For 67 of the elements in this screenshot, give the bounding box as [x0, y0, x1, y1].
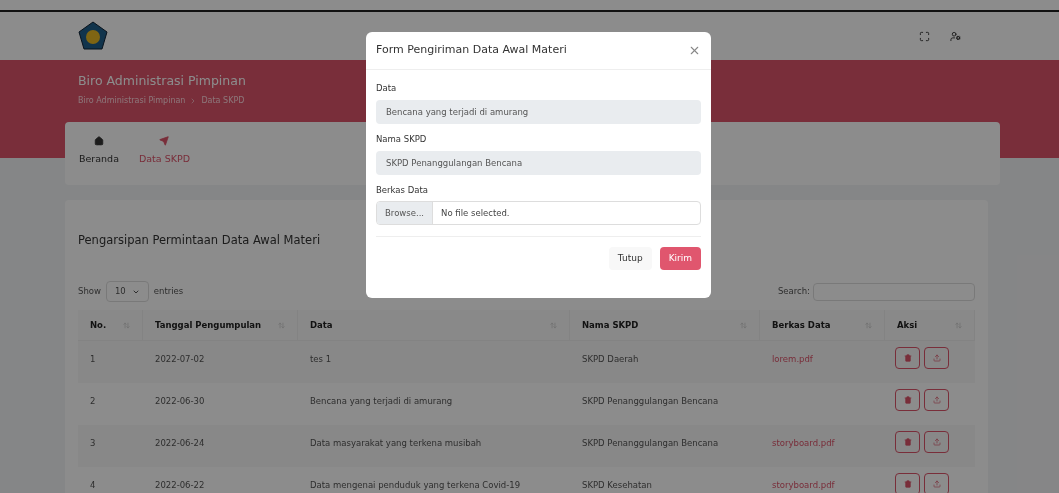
file-field[interactable]: Browse... No file selected. [376, 201, 701, 226]
column-header[interactable]: Berkas Data [760, 310, 885, 340]
upload-button[interactable] [924, 347, 949, 369]
trash-icon [903, 354, 912, 362]
table-cell: Bencana yang terjadi di amurang [310, 396, 453, 406]
browse-button[interactable]: Browse... [377, 202, 434, 225]
trash-icon [903, 438, 912, 446]
file-link[interactable]: storyboard.pdf [772, 480, 835, 490]
upload-button[interactable] [924, 389, 949, 411]
upload-button[interactable] [924, 473, 949, 493]
file-link[interactable]: storyboard.pdf [772, 438, 835, 448]
table-cell: 2 [90, 396, 96, 406]
delete-button[interactable] [895, 431, 920, 453]
upload-button[interactable] [924, 431, 949, 453]
logo-icon [78, 21, 108, 51]
table-cell: Data masyarakat yang terkena musibah [310, 438, 482, 448]
submit-button[interactable]: Kirim [659, 247, 701, 271]
table-cell: 2022-07-02 [155, 354, 205, 364]
trash-icon [903, 396, 912, 404]
close-icon[interactable] [688, 44, 701, 57]
table-cell: SKPD Penanggulangan Bencana [582, 438, 719, 448]
upload-icon [932, 480, 941, 488]
table-cell: SKPD Penanggulangan Bencana [582, 396, 719, 406]
table-cell: 2022-06-22 [155, 480, 205, 490]
table-cell: 4 [90, 480, 96, 490]
table-cell: Data mengenai penduduk yang terkena Covid-19 [310, 480, 521, 490]
nav-tab[interactable]: Beranda [79, 136, 119, 185]
table-cell: 1 [90, 354, 96, 364]
delete-button[interactable] [895, 389, 920, 411]
field-label: Data [376, 82, 398, 95]
search-label: Search: [777, 285, 810, 298]
table-cell: 3 [90, 438, 96, 448]
card-title: Pengarsipan Permintaan Data Awal Materi [78, 232, 322, 249]
page-length-select[interactable]: 10 [105, 281, 149, 302]
user-icon[interactable] [950, 30, 961, 42]
show-label: Show [78, 285, 101, 298]
readonly-field[interactable]: SKPD Penanggulangan Bencana [376, 150, 701, 175]
upload-icon [932, 354, 941, 362]
table-cell: 2022-06-30 [155, 396, 205, 406]
close-button[interactable]: Tutup [608, 247, 652, 271]
column-header[interactable]: Tanggal Pengumpulan [143, 310, 298, 340]
field-label: Berkas Data [376, 183, 429, 197]
table-cell: SKPD Kesehatan [582, 480, 652, 490]
column-header[interactable]: Aksi [885, 310, 975, 340]
column-header[interactable]: Nama SKPD [570, 310, 760, 340]
breadcrumb-current: Data SKPD [201, 94, 245, 107]
delete-button[interactable] [895, 347, 920, 369]
field-label: Nama SKPD [376, 132, 428, 146]
home-icon [94, 136, 104, 146]
delete-button[interactable] [895, 473, 920, 493]
modal-title: Form Pengiriman Data Awal Materi [376, 42, 567, 59]
column-header[interactable]: Data [298, 310, 570, 340]
readonly-field[interactable]: Bencana yang terjadi di amurang [376, 99, 701, 124]
column-header[interactable]: No. [78, 310, 143, 340]
file-status: No file selected. [440, 206, 511, 220]
send-icon [159, 136, 170, 146]
trash-icon [903, 480, 912, 488]
table-cell: SKPD Daerah [582, 354, 639, 364]
file-link[interactable]: lorem.pdf [772, 354, 813, 364]
upload-icon [932, 438, 941, 446]
table-cell: tes 1 [310, 354, 332, 364]
upload-icon [932, 396, 941, 404]
nav-tab[interactable]: Data SKPD [138, 136, 190, 185]
entries-label: entries [153, 285, 184, 298]
page-title: Biro Administrasi Pimpinan [78, 72, 246, 90]
table-cell: 2022-06-24 [155, 438, 205, 448]
fullscreen-icon[interactable] [919, 30, 930, 42]
